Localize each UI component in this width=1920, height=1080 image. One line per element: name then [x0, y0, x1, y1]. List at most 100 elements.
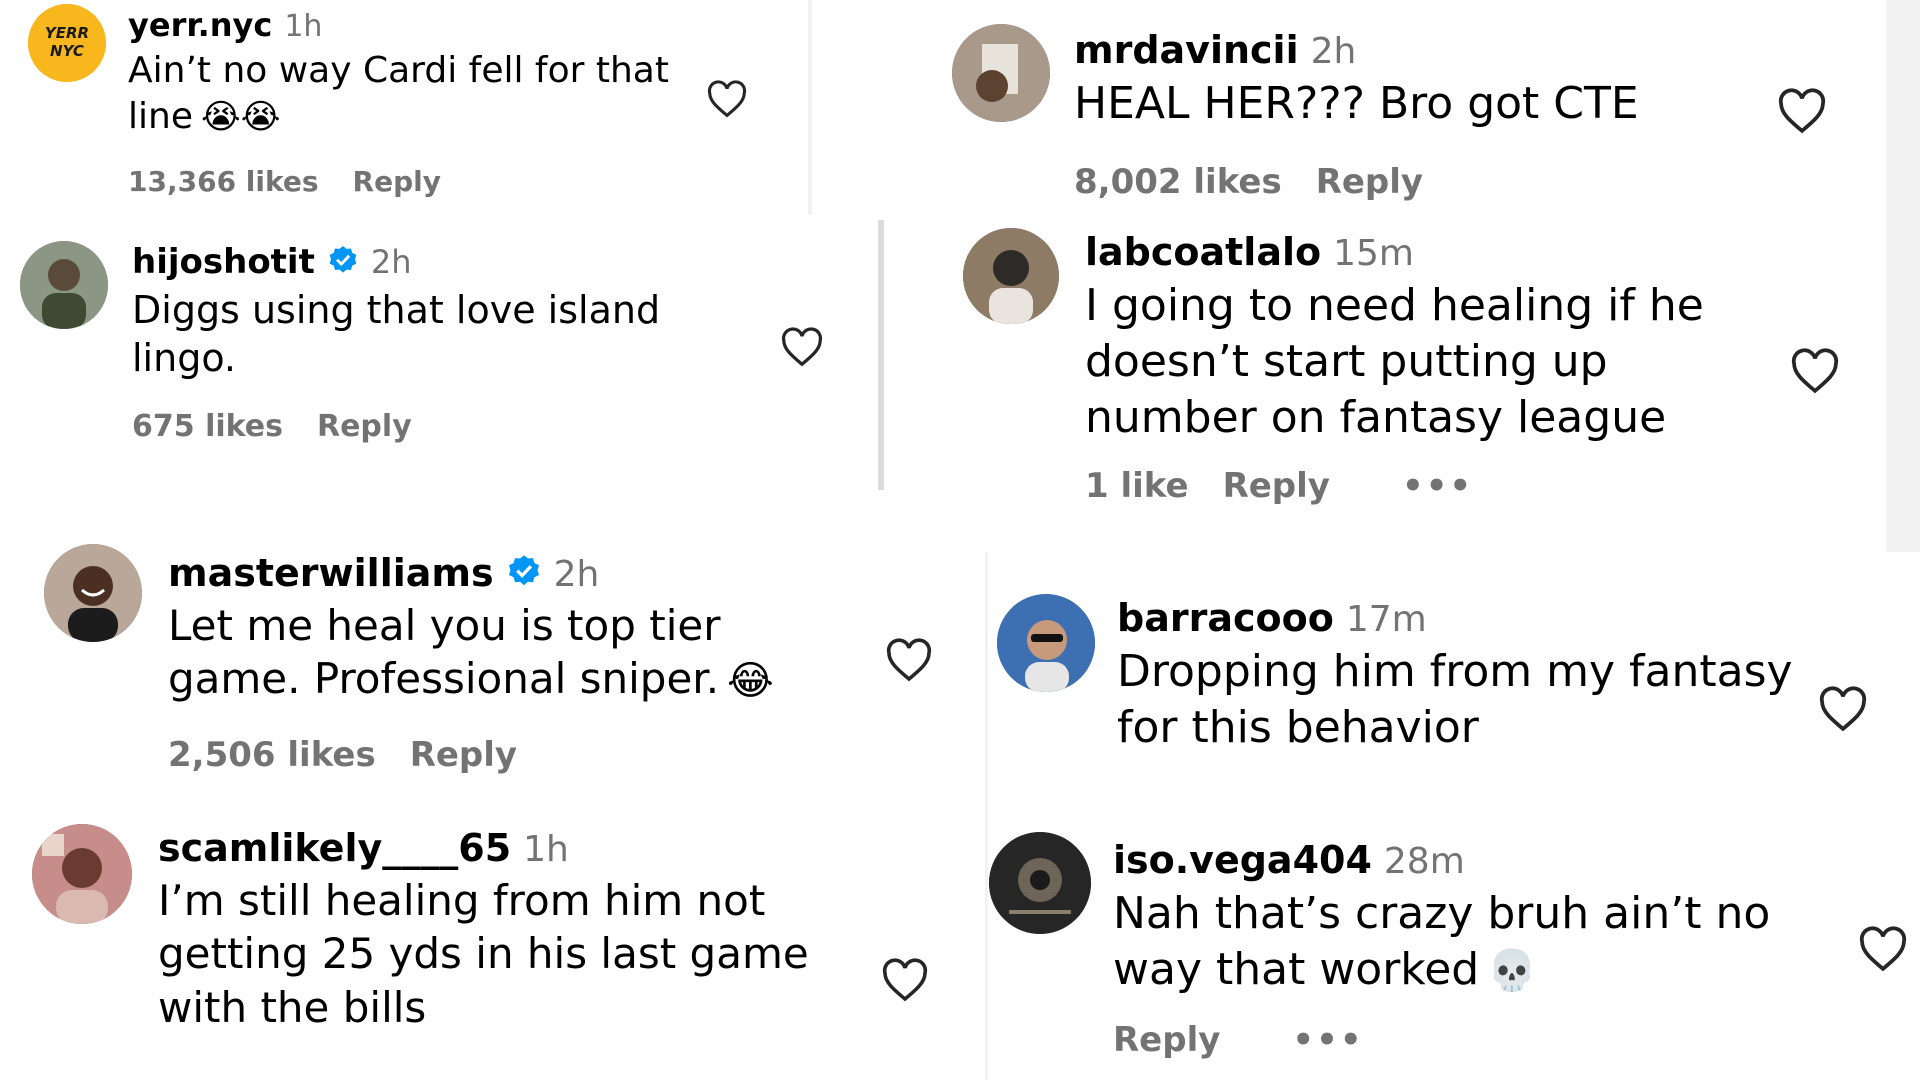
- timestamp: 17m: [1345, 599, 1427, 640]
- comment-body: scamlikely____65 1h I’m still healing fr…: [158, 826, 858, 1034]
- comment-text-content: Let me heal you is top tier game. Profes…: [168, 601, 721, 704]
- comment-header: barracooo 17m: [1117, 596, 1817, 640]
- svg-text:NYC: NYC: [50, 42, 84, 60]
- timestamp: 2h: [1310, 31, 1357, 72]
- reply-button[interactable]: Reply: [1316, 162, 1423, 202]
- comment-text: I going to need healing if he doesn’t st…: [1085, 280, 1704, 443]
- profile-photo: [997, 594, 1095, 692]
- username[interactable]: yerr.nyc: [128, 6, 272, 44]
- more-options-button[interactable]: •••: [1292, 1020, 1363, 1060]
- reply-button[interactable]: Reply: [1113, 1020, 1220, 1060]
- reply-button[interactable]: Reply: [1223, 466, 1330, 506]
- username[interactable]: hijoshotit: [132, 242, 315, 282]
- like-button[interactable]: [1776, 88, 1828, 134]
- comment-header: mrdavincii 2h: [1074, 28, 1714, 72]
- reply-button[interactable]: Reply: [317, 409, 412, 444]
- profile-photo: [32, 824, 132, 924]
- avatar[interactable]: [32, 824, 132, 924]
- heart-outline-icon: [1778, 88, 1826, 134]
- reply-button[interactable]: Reply: [353, 165, 441, 198]
- comment-header: scamlikely____65 1h: [158, 826, 858, 870]
- like-button[interactable]: [884, 638, 934, 682]
- laughing-emoji: 😂: [727, 658, 774, 705]
- comment-meta: Reply •••: [1113, 1020, 1833, 1060]
- comment-panel-scamlikely: scamlikely____65 1h I’m still healing fr…: [0, 810, 985, 1080]
- like-button[interactable]: [880, 958, 930, 1002]
- profile-photo: [989, 832, 1091, 934]
- more-options-button[interactable]: •••: [1402, 466, 1473, 506]
- avatar[interactable]: [952, 24, 1050, 122]
- heart-outline-icon: [886, 638, 932, 682]
- heart-outline-icon: [1859, 926, 1907, 972]
- avatar[interactable]: [963, 228, 1059, 324]
- comment-text: Nah that’s crazy bruh ain’t no way that …: [1113, 886, 1833, 998]
- comment-text: HEAL HER??? Bro got CTE: [1074, 78, 1639, 129]
- profile-photo: [963, 228, 1059, 324]
- profile-photo: [44, 544, 142, 642]
- comment-panel-labcoatlalo: labcoatlalo 15m I going to need healing …: [885, 222, 1920, 552]
- comment-panel-barracooo: barracooo 17m Dropping him from my fanta…: [985, 570, 1920, 790]
- heart-outline-icon: [1791, 348, 1839, 394]
- comment-header: labcoatlalo 15m: [1085, 230, 1785, 274]
- collage-divider: [808, 0, 812, 215]
- comment-header: yerr.nyc 1h: [128, 6, 688, 44]
- avatar[interactable]: [989, 832, 1091, 934]
- collage-divider: [1886, 0, 1920, 552]
- timestamp: 1h: [284, 9, 323, 44]
- avatar[interactable]: [997, 594, 1095, 692]
- likes-count[interactable]: 1 like: [1085, 466, 1189, 506]
- comment-body: iso.vega404 28m Nah that’s crazy bruh ai…: [1113, 838, 1833, 1060]
- like-button[interactable]: [780, 327, 824, 367]
- like-button[interactable]: [706, 80, 748, 118]
- comment-text: I’m still healing from him not getting 2…: [158, 876, 809, 1032]
- heart-outline-icon: [1819, 686, 1867, 732]
- username[interactable]: mrdavincii: [1074, 28, 1299, 72]
- like-button[interactable]: [1857, 926, 1909, 972]
- collage-divider: [985, 552, 988, 1080]
- collage-divider: [878, 220, 884, 490]
- avatar[interactable]: YERR NYC: [28, 4, 106, 82]
- svg-text:YERR: YERR: [45, 24, 89, 42]
- comment-body: yerr.nyc 1h Ain’t no way Cardi fell for …: [128, 6, 688, 198]
- username[interactable]: labcoatlalo: [1085, 230, 1321, 274]
- like-button[interactable]: [1817, 686, 1869, 732]
- username[interactable]: scamlikely____65: [158, 826, 511, 870]
- comment-panel-isovega: iso.vega404 28m Nah that’s crazy bruh ai…: [985, 810, 1920, 1080]
- comment-meta: 13,366 likes Reply: [128, 165, 688, 198]
- comment-body: mrdavincii 2h HEAL HER??? Bro got CTE 8,…: [1074, 28, 1714, 202]
- comment-text: Diggs using that love island lingo.: [132, 288, 661, 381]
- comment-meta: 8,002 likes Reply: [1074, 162, 1714, 202]
- profile-photo: [952, 24, 1050, 122]
- likes-count[interactable]: 8,002 likes: [1074, 162, 1282, 202]
- likes-count[interactable]: 675 likes: [132, 409, 283, 444]
- reply-button[interactable]: Reply: [410, 735, 517, 775]
- comment-panel-yerr: YERR NYC yerr.nyc 1h Ain’t no way Cardi …: [0, 0, 808, 215]
- timestamp: 15m: [1333, 233, 1414, 274]
- verified-badge-icon: [506, 553, 542, 593]
- avatar[interactable]: [20, 241, 108, 329]
- comment-body: hijoshotit 2h Diggs using that love isla…: [132, 241, 732, 444]
- profile-photo: [20, 241, 108, 329]
- comment-text: Ain’t no way Cardi fell for that line 😭😭: [128, 48, 688, 139]
- comment-body: masterwilliams 2h Let me heal you is top…: [168, 550, 848, 775]
- comment-header: masterwilliams 2h: [168, 550, 848, 595]
- skull-emoji: 💀: [1487, 948, 1538, 995]
- like-button[interactable]: [1789, 348, 1841, 394]
- username[interactable]: masterwilliams: [168, 551, 494, 595]
- comment-meta: 2,506 likes Reply: [168, 735, 848, 775]
- yerr-nyc-logo-icon: YERR NYC: [28, 4, 106, 82]
- avatar[interactable]: [44, 544, 142, 642]
- comment-body: labcoatlalo 15m I going to need healing …: [1085, 230, 1785, 506]
- comment-panel-hijoshotit: hijoshotit 2h Diggs using that love isla…: [0, 215, 878, 490]
- heart-outline-icon: [707, 80, 747, 118]
- likes-count[interactable]: 13,366 likes: [128, 165, 319, 198]
- heart-outline-icon: [781, 327, 823, 367]
- timestamp: 2h: [553, 554, 600, 595]
- username[interactable]: barracooo: [1117, 596, 1334, 640]
- username[interactable]: iso.vega404: [1113, 838, 1372, 882]
- comment-meta: 675 likes Reply: [132, 409, 732, 444]
- likes-count[interactable]: 2,506 likes: [168, 735, 376, 775]
- comment-body: barracooo 17m Dropping him from my fanta…: [1117, 596, 1817, 756]
- comment-text-content: Nah that’s crazy bruh ain’t no way that …: [1113, 888, 1771, 995]
- comment-header: iso.vega404 28m: [1113, 838, 1833, 882]
